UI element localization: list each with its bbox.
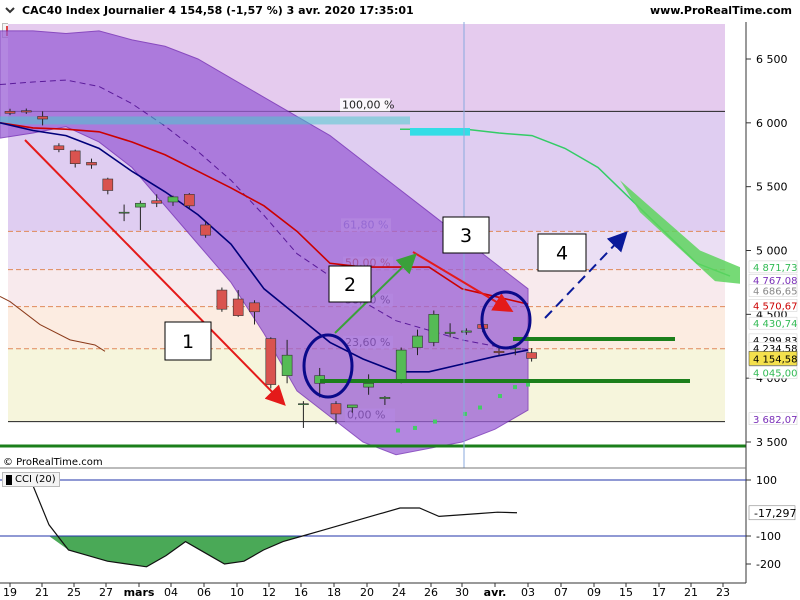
candle-body xyxy=(363,382,374,388)
x-tick-label: 21 xyxy=(35,586,49,599)
candle-body xyxy=(184,194,195,207)
x-tick-label: 16 xyxy=(294,586,308,599)
candle-body xyxy=(86,162,97,166)
sar-dot xyxy=(498,394,502,399)
candle-body xyxy=(330,403,342,415)
price-label: 4 430,74 xyxy=(753,319,798,330)
candle-body xyxy=(346,404,358,408)
price-label: 4 045,00 xyxy=(753,368,798,379)
cci-y-tick-label: -200 xyxy=(756,558,781,571)
candle-body xyxy=(167,196,179,203)
price-chart: 100,00 %61,80 %50,00 %38,20 %23,60 %0,00… xyxy=(0,22,800,600)
candle-body xyxy=(265,338,277,385)
x-tick-label: 12 xyxy=(262,586,276,599)
candle-body xyxy=(428,314,440,343)
candle-body xyxy=(298,403,309,406)
candle-body xyxy=(69,150,81,164)
x-tick-label: 15 xyxy=(619,586,633,599)
candle-body xyxy=(526,352,537,359)
kumo-cloud-past xyxy=(0,116,410,125)
x-tick-label: 21 xyxy=(684,586,698,599)
candle-body xyxy=(53,145,65,150)
candle-body xyxy=(232,298,244,316)
cci-legend-label: CCI (20) xyxy=(15,474,56,485)
x-tick-label: 19 xyxy=(3,586,17,599)
candle-body xyxy=(151,200,162,204)
candle-body xyxy=(379,397,391,399)
candle-body xyxy=(249,302,260,313)
sar-dot xyxy=(526,382,530,387)
copyright-label: © ProRealTime.com xyxy=(3,457,103,468)
x-tick-label: 24 xyxy=(392,586,406,599)
y-tick-label: 5 500 xyxy=(756,181,788,194)
price-label: 4 871,73 xyxy=(753,263,798,274)
sar-dot xyxy=(396,428,400,433)
price-label: 4 570,67 xyxy=(753,301,798,312)
x-tick-label: mars xyxy=(124,586,155,599)
candle-body xyxy=(37,116,48,120)
x-tick-label: 06 xyxy=(197,586,211,599)
sar-dot xyxy=(413,425,417,430)
x-tick-label: avr. xyxy=(484,586,507,599)
x-tick-label: 26 xyxy=(424,586,438,599)
candle-body xyxy=(493,351,505,353)
candle-body xyxy=(135,202,146,208)
cci-y-tick-label: 100 xyxy=(756,474,777,487)
x-tick-label: 07 xyxy=(554,586,568,599)
candle-body xyxy=(4,111,16,114)
sar-dot xyxy=(433,419,437,424)
candle-body xyxy=(395,349,407,382)
candle-body xyxy=(412,335,423,348)
annotation-label: 3 xyxy=(460,225,472,247)
annotation-label: 2 xyxy=(344,274,356,296)
x-tick-label: 23 xyxy=(716,586,730,599)
price-label: 3 682,07 xyxy=(753,415,798,426)
x-tick-label: 20 xyxy=(360,586,374,599)
chart-root: CAC40 Index Journalier 4 154,58 (-1,57 %… xyxy=(0,0,800,600)
x-tick-label: 03 xyxy=(521,586,535,599)
cci-legend-item[interactable]: CCI (20) xyxy=(2,472,60,487)
cci-legend: CCI (20) xyxy=(2,472,60,487)
annotation-label: 1 xyxy=(182,331,194,353)
candle-body xyxy=(118,211,130,214)
price-label: 4 154,58 xyxy=(753,354,798,365)
candle-body xyxy=(281,354,293,376)
annotation-label: 4 xyxy=(556,243,568,265)
cci-swatch-icon xyxy=(6,474,12,485)
price-label: 4 686,65 xyxy=(753,287,798,298)
x-tick-label: 10 xyxy=(230,586,244,599)
x-tick-label: 09 xyxy=(587,586,601,599)
x-tick-label: 27 xyxy=(99,586,113,599)
x-tick-label: 04 xyxy=(164,586,178,599)
x-tick-label: 17 xyxy=(652,586,666,599)
x-tick-label: 25 xyxy=(67,586,81,599)
sar-dot xyxy=(478,405,482,410)
candle-body xyxy=(216,289,228,310)
kumo-cloud xyxy=(410,127,470,136)
cci-y-tick-label: -100 xyxy=(756,530,781,543)
x-tick-label: 30 xyxy=(455,586,469,599)
y-tick-label: 6 000 xyxy=(756,117,788,130)
candle-body xyxy=(20,110,32,113)
cci-value-label: -17,297 xyxy=(754,507,796,520)
sar-dot xyxy=(513,385,517,390)
y-tick-label: 5 000 xyxy=(756,245,788,258)
candle-body xyxy=(102,178,114,191)
candle-body xyxy=(461,330,472,333)
candle-body xyxy=(444,331,456,334)
fib-label: 100,00 % xyxy=(342,98,394,111)
candle-body xyxy=(200,224,211,236)
y-tick-label: 6 500 xyxy=(756,53,788,66)
cci-oversold-fill xyxy=(10,536,517,567)
y-tick-label: 3 500 xyxy=(756,436,788,449)
x-tick-label: 18 xyxy=(327,586,341,599)
